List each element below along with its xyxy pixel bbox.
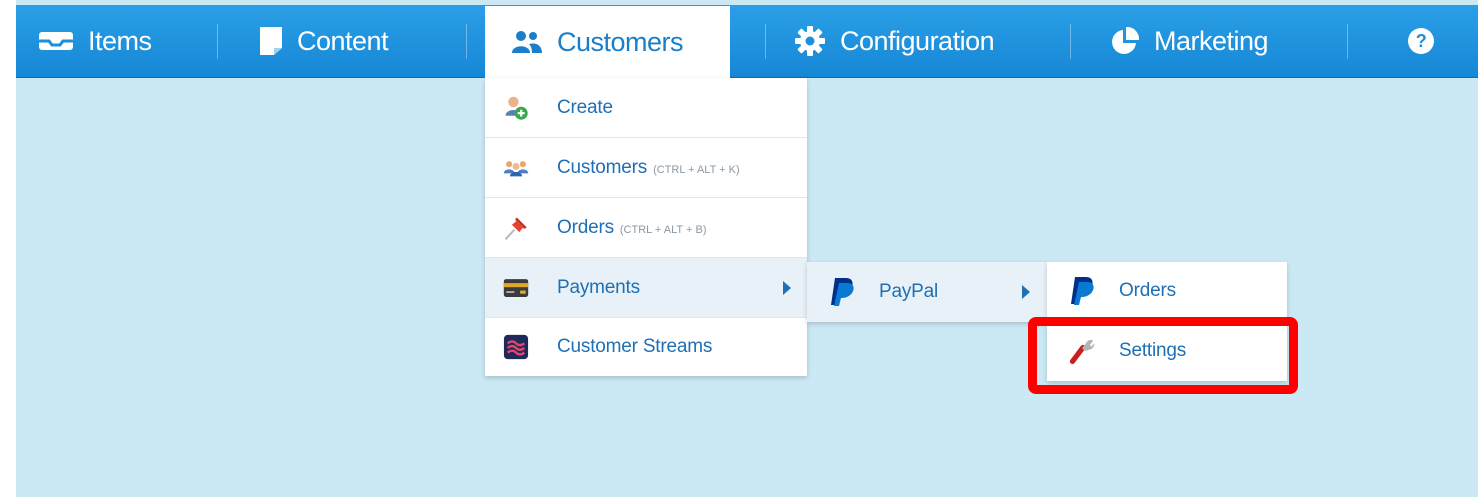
nav-separator [217,24,218,59]
customers-icon [503,155,529,181]
menu-item-create[interactable]: Create [485,78,807,138]
nav-items-label: Items [88,25,152,56]
menu-item-customers-text: Customers (CTRL + ALT + K) [557,157,740,179]
menu-item-paypal-settings[interactable]: Settings [1047,321,1287,381]
menu-item-paypal-label: PayPal [879,281,939,302]
menu-item-customers[interactable]: Customers (CTRL + ALT + K) [485,138,807,198]
credit-card-icon [503,275,529,301]
shortcut-hint: (CTRL + ALT + K) [653,163,740,176]
menu-item-customer-streams[interactable]: Customer Streams [485,318,807,376]
inbox-icon [39,32,73,50]
top-navigation-bar: Items Content Configuration Marketing ? [16,5,1478,78]
document-icon [260,27,282,55]
users-icon [512,31,542,53]
submenu-arrow-icon [783,281,791,295]
menu-item-payments-label: Payments [557,276,640,298]
nav-separator [1070,24,1071,59]
add-user-icon [503,95,529,121]
menu-item-create-label: Create [557,96,613,118]
menu-item-paypal[interactable]: PayPal [807,262,1047,322]
nav-configuration[interactable]: Configuration [794,5,995,77]
submenu-arrow-icon [1022,285,1030,299]
paypal-icon [829,278,855,306]
paypal-submenu: Orders Settings [1047,262,1287,381]
streams-icon [503,334,529,360]
menu-item-paypal-orders[interactable]: Orders [1047,262,1287,321]
nav-content[interactable]: Content [259,5,389,77]
nav-customers-label: Customers [557,26,684,57]
wrench-icon [1069,338,1095,364]
gear-icon [795,26,825,56]
menu-item-customer-streams-label: Customer Streams [557,336,713,357]
nav-separator [1347,24,1348,59]
menu-item-paypal-settings-label: Settings [1119,340,1187,361]
payments-submenu: PayPal [807,262,1047,322]
nav-configuration-label: Configuration [840,25,995,56]
pin-icon [503,215,529,241]
pie-chart-icon [1112,26,1140,54]
paypal-icon [1069,277,1095,305]
shortcut-hint: (CTRL + ALT + B) [619,223,707,236]
nav-customers[interactable]: Customers [485,6,730,78]
menu-item-orders-text: Orders (CTRL + ALT + B) [557,217,706,239]
nav-items[interactable]: Items [38,5,152,77]
nav-content-label: Content [297,25,389,56]
nav-separator [466,24,467,59]
menu-item-paypal-orders-label: Orders [1119,280,1176,301]
menu-item-payments[interactable]: Payments [485,258,807,318]
menu-item-customers-label: Customers [557,156,648,178]
customers-dropdown-menu: Create Customers (CTRL + ALT + K) Orders… [485,78,807,376]
nav-separator [765,24,766,59]
nav-marketing-label: Marketing [1154,25,1269,56]
menu-item-orders[interactable]: Orders (CTRL + ALT + B) [485,198,807,258]
nav-help[interactable]: ? [1406,5,1436,77]
menu-item-orders-label: Orders [557,216,614,238]
svg-text:?: ? [1416,31,1427,51]
help-icon: ? [1408,28,1434,54]
nav-marketing[interactable]: Marketing [1110,5,1269,77]
